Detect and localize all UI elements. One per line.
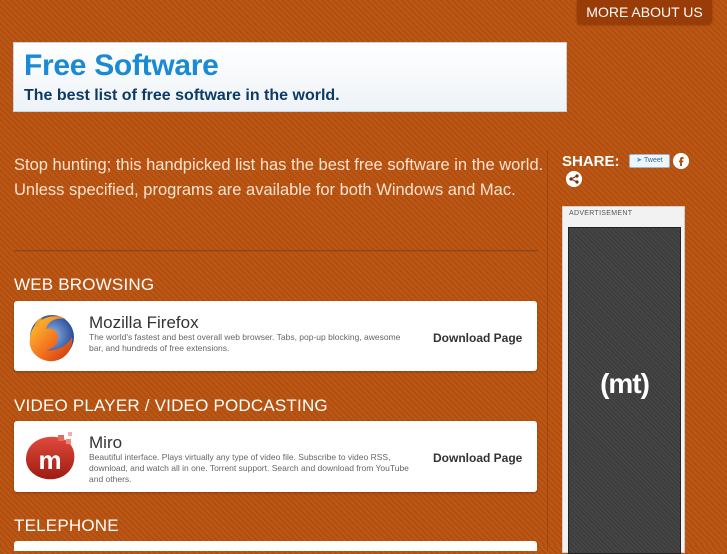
svg-text:m: m [38, 445, 61, 475]
banner-subtitle: The best list of free software in the wo… [24, 87, 340, 104]
firefox-icon [22, 309, 78, 365]
site-banner[interactable]: Free Software The best list of free soft… [13, 42, 567, 112]
share-icon[interactable] [566, 171, 582, 187]
twitter-bird-icon: ➤ [636, 157, 643, 164]
ad-banner[interactable]: (mt) [568, 227, 681, 554]
software-description: The world's fastest and best overall web… [89, 332, 401, 353]
software-card-miro: m Miro Beautiful interface. Plays virtua… [14, 421, 537, 492]
advertisement-box: ADVERTISEMENT (mt) [562, 206, 685, 554]
software-description: Beautiful interface. Plays virtually any… [89, 452, 409, 484]
ad-logo: (mt) [600, 368, 650, 399]
download-page-link[interactable]: Download Page [433, 331, 522, 345]
more-about-us-button[interactable]: MORE ABOUT US [577, 0, 712, 24]
advertisement-label: ADVERTISEMENT [569, 210, 633, 217]
divider [14, 250, 538, 252]
miro-icon: m [22, 429, 78, 485]
facebook-icon[interactable] [673, 153, 689, 169]
column-divider [547, 150, 548, 550]
section-heading-video-player: VIDEO PLAYER / VIDEO PODCASTING [14, 396, 328, 415]
software-card-firefox: Mozilla Firefox The world's fastest and … [14, 301, 537, 371]
tweet-button[interactable]: ➤ Tweet [629, 154, 670, 168]
software-name: Mozilla Firefox [89, 313, 199, 332]
section-heading-web-browsing: WEB BROWSING [14, 275, 155, 294]
software-card-telephone [14, 541, 537, 551]
download-page-link[interactable]: Download Page [433, 451, 522, 465]
tweet-label: Tweet [644, 157, 663, 164]
banner-title: Free Software [24, 49, 219, 82]
share-label: SHARE: [562, 153, 620, 170]
intro-text: Stop hunting; this handpicked list has t… [14, 156, 544, 199]
section-heading-telephone: TELEPHONE [14, 516, 119, 535]
software-name: Miro [89, 433, 123, 452]
